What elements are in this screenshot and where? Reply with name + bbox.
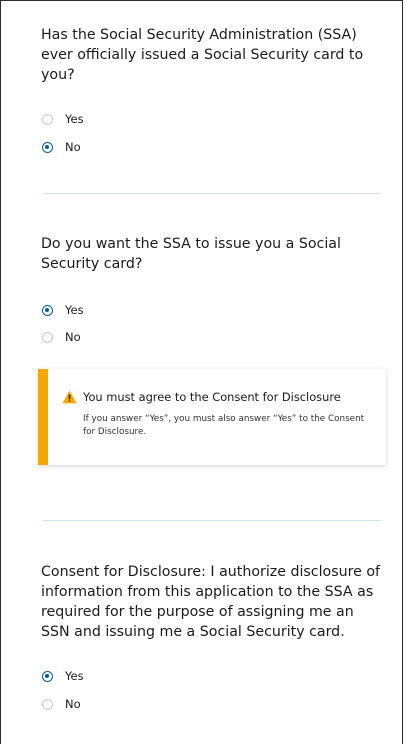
option-q1-no[interactable]: No	[42, 140, 81, 154]
option-label: Yes	[65, 303, 84, 317]
option-label: No	[65, 140, 81, 154]
radio-q2-no[interactable]	[42, 331, 53, 343]
alert-body: If you answer “Yes”, you must also answe…	[83, 414, 365, 437]
warning-icon	[62, 390, 77, 404]
option-label: No	[65, 697, 81, 711]
option-q3-yes[interactable]: Yes	[42, 669, 84, 683]
radio-q2-yes[interactable]	[42, 304, 53, 316]
option-q2-no[interactable]: No	[42, 330, 81, 344]
form-frame: Has the Social Security Administration (…	[0, 0, 403, 744]
section-divider	[43, 193, 381, 194]
radio-q3-no[interactable]	[42, 698, 53, 710]
radio-q1-no[interactable]	[42, 141, 53, 153]
consent-warning-alert: You must agree to the Consent for Disclo…	[38, 369, 386, 465]
option-q1-yes[interactable]: Yes	[42, 112, 84, 126]
radio-q3-yes[interactable]	[42, 670, 53, 682]
option-label: Yes	[65, 112, 84, 126]
option-q2-yes[interactable]: Yes	[42, 303, 84, 317]
alert-title: You must agree to the Consent for Disclo…	[83, 390, 341, 404]
alert-accent-bar	[38, 369, 48, 465]
option-q3-no[interactable]: No	[42, 697, 81, 711]
option-label: Yes	[65, 669, 84, 683]
question-issue-card: Do you want the SSA to issue you a Socia…	[41, 236, 341, 272]
section-divider	[43, 520, 381, 521]
radio-q1-yes[interactable]	[42, 113, 53, 125]
option-label: No	[65, 330, 81, 344]
question-consent-disclosure: Consent for Disclosure: I authorize disc…	[41, 564, 381, 640]
question-ssa-card-issued: Has the Social Security Administration (…	[41, 27, 364, 83]
